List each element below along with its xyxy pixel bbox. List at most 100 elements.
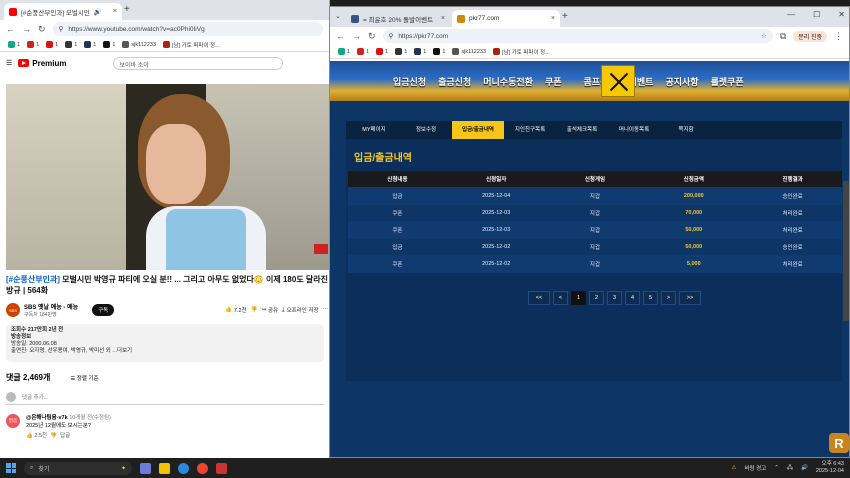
subscribe-button[interactable]: 구독 (92, 304, 115, 316)
bookmark-item[interactable]: [남] 가토 퍼파이 정... (493, 48, 550, 56)
maximize-icon[interactable]: ☐ (813, 10, 820, 19)
forward-icon[interactable]: → (352, 31, 361, 41)
reload-icon[interactable]: ↻ (368, 31, 376, 42)
page-button[interactable]: 3 (607, 291, 622, 305)
bookmark-item[interactable]: 1 (357, 48, 369, 55)
file-explorer-icon[interactable] (159, 462, 170, 474)
last-page-button[interactable]: >> (679, 291, 701, 305)
channel-avatar[interactable]: SBS (6, 303, 20, 317)
page-button[interactable]: 1 (571, 291, 586, 305)
new-tab-button[interactable]: + (562, 11, 568, 22)
weather-text[interactable]: 바람 경고 (744, 464, 766, 472)
clock[interactable]: 오후 6:43 2025-12-04 (816, 461, 844, 475)
bookmark-item[interactable]: 1 (433, 48, 445, 55)
nav-notice[interactable]: 공지사항 (665, 75, 698, 88)
scrollbar[interactable] (843, 181, 849, 321)
comment-author[interactable]: @은해나팀음-v7k (26, 415, 68, 421)
menu-icon[interactable]: ☰ (6, 59, 12, 67)
new-tab-button[interactable]: + (124, 4, 130, 15)
first-page-button[interactable]: << (528, 291, 550, 305)
taskbar-search[interactable]: ⌕ 찾기 ✦ (24, 461, 132, 475)
forward-icon[interactable]: → (22, 24, 31, 34)
edge-icon[interactable] (178, 462, 189, 474)
share-button[interactable]: ↪ 공유 (261, 306, 278, 314)
comment-like[interactable]: 👍 2.5천 (26, 433, 47, 439)
close-tab-icon[interactable]: × (113, 8, 117, 15)
tab-transactions[interactable]: 입금/출금내역 (452, 121, 504, 139)
windows-start-icon[interactable] (6, 463, 16, 473)
close-popup-icon[interactable] (601, 65, 635, 97)
video-description[interactable]: 조회수 217만회 2년 전 방송정보 방송일: 2000.06.08 출연진:… (6, 324, 324, 362)
tab-search-icon[interactable]: ⌄ (335, 12, 341, 20)
nav-money-convert[interactable]: 머니수동전환 (483, 75, 533, 88)
profile-button[interactable]: 분리 진중 (793, 30, 827, 42)
tab-edit-info[interactable]: 정보수정 (400, 121, 452, 139)
tab-money-move[interactable]: 머니이동목록 (608, 121, 660, 139)
chrome-icon[interactable] (197, 462, 208, 474)
close-window-icon[interactable]: ✕ (838, 10, 845, 19)
bookmark-item[interactable]: 1 (395, 48, 407, 55)
tab-messages[interactable]: 쪽지함 (660, 121, 712, 139)
chevron-up-icon[interactable]: ⌃ (774, 465, 779, 471)
url-field[interactable]: ⚲ https://www.youtube.com/watch?v=ac0Phi0… (52, 22, 323, 36)
bookmark-item[interactable]: 1 (338, 48, 350, 55)
star-icon[interactable]: ☆ (761, 32, 767, 40)
bookmark-item[interactable]: 1 (46, 41, 58, 48)
back-icon[interactable]: ← (336, 31, 345, 41)
bookmark-item[interactable]: 1 (103, 41, 115, 48)
channel-name[interactable]: SBS 옛날 예능 - 예능 (24, 302, 78, 311)
like-button[interactable]: 👍 7.2천 (225, 306, 247, 314)
bookmark-item[interactable]: 1 (376, 48, 388, 55)
warning-icon[interactable]: ⚠ (732, 465, 737, 471)
nav-coupon[interactable]: 쿠폰 (545, 75, 562, 88)
youtube-tab[interactable]: [#순풍산부인과] 모벌시민 🔊 × (4, 3, 122, 20)
nav-withdraw[interactable]: 출금신청 (438, 75, 471, 88)
comment-dislike-icon[interactable]: 👎 (50, 433, 57, 439)
bookmark-item[interactable]: sjk112233 (452, 48, 486, 55)
reply-button[interactable]: 답글 (60, 433, 70, 439)
page-button[interactable]: 2 (589, 291, 604, 305)
youtube-logo[interactable]: Premium (18, 59, 67, 68)
page-title: 입금/출금내역 (354, 153, 412, 164)
title-hashtag[interactable]: [#순풍산부인과] (6, 275, 60, 284)
reload-icon[interactable]: ↻ (38, 24, 46, 35)
page-button[interactable]: 5 (643, 291, 658, 305)
nav-roulette[interactable]: 룰렛쿠폰 (711, 75, 744, 88)
youtube-search-input[interactable]: 보이바 소이 (112, 56, 283, 70)
download-button[interactable]: ⤓ 오프라인 저장 (282, 306, 318, 315)
bookmark-item[interactable]: 1 (8, 41, 20, 48)
bookmark-item[interactable]: 1 (65, 41, 77, 48)
prev-page-button[interactable]: < (553, 291, 568, 305)
extensions-icon[interactable]: ⧉ (780, 31, 786, 42)
tab-attendance[interactable]: 출석체크목록 (556, 121, 608, 139)
back-icon[interactable]: ← (6, 24, 15, 34)
nav-deposit[interactable]: 입금신청 (393, 75, 426, 88)
tab-friends[interactable]: 지인친구목록 (504, 121, 556, 139)
bookmark-item[interactable]: 1 (27, 41, 39, 48)
next-page-button[interactable]: > (661, 291, 676, 305)
sort-button[interactable]: ☰ 정렬 기준 (70, 374, 98, 382)
task-view-icon[interactable] (140, 462, 151, 474)
minimize-icon[interactable]: — (787, 10, 795, 19)
volume-icon[interactable]: 🔊 (801, 465, 808, 471)
bookmark-item[interactable]: 1 (414, 48, 426, 55)
event-tab[interactable]: = 최윤호 20% 돌발이벤트 × (346, 10, 450, 27)
app-icon[interactable] (216, 462, 227, 474)
menu-dots-icon[interactable]: ⋮ (834, 31, 843, 42)
page-button[interactable]: 4 (625, 291, 640, 305)
site-logo[interactable]: R (829, 433, 849, 453)
commenter-avatar[interactable]: 맑음 (6, 414, 20, 428)
bookmark-item[interactable]: [남] 가토 퍼파이 정... (163, 41, 220, 49)
audio-icon[interactable]: 🔊 (94, 8, 102, 16)
bookmark-item[interactable]: sjk112233 (122, 41, 156, 48)
copilot-icon: ✦ (120, 465, 126, 472)
pkr-tab[interactable]: pkr77.com × (452, 10, 560, 27)
video-player[interactable] (6, 84, 329, 270)
more-icon[interactable]: ⋯ (323, 307, 329, 313)
bookmark-item[interactable]: 1 (84, 41, 96, 48)
comment-input[interactable]: 댓글 추가... (6, 392, 324, 405)
tab-mypage[interactable]: MY페이지 (348, 121, 400, 139)
network-icon[interactable]: 🖧 (787, 464, 793, 473)
url-field[interactable]: ⚲ https://pkr77.com ☆ (382, 29, 773, 43)
dislike-button[interactable]: 👎 (251, 307, 258, 313)
